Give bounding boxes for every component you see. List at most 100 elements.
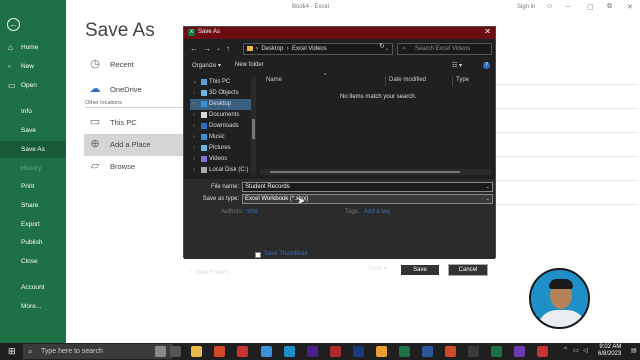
premiere-icon[interactable]	[307, 346, 318, 357]
column-type[interactable]: Type	[456, 77, 469, 83]
help-icon[interactable]: ?	[483, 62, 490, 69]
column-date-modified[interactable]: Date modified	[389, 77, 426, 83]
column-name[interactable]: Name	[266, 77, 282, 83]
search-icon: ⌕	[402, 45, 406, 52]
tray-chevron-icon[interactable]: ^	[564, 347, 567, 353]
app-icon-2[interactable]	[237, 346, 248, 357]
place-onedrive[interactable]: ☁ OneDrive	[84, 79, 184, 101]
app-icon-9[interactable]	[537, 346, 548, 357]
backstage-item-save[interactable]: Save	[0, 122, 66, 139]
tools-button[interactable]: Tools ▾	[368, 265, 387, 272]
hide-folders-button[interactable]: ⌃ Hide Folders	[189, 269, 230, 276]
up-icon[interactable]: ↑	[226, 44, 230, 53]
app-icon-6[interactable]	[468, 346, 479, 357]
restore-icon[interactable]: ⧉	[607, 3, 612, 11]
maximize-icon[interactable]: ▢	[587, 3, 594, 11]
save-type-select[interactable]: Excel Workbook (*.xlsx) ⌄	[242, 194, 493, 204]
address-dropdown-icon[interactable]: ⌄	[385, 44, 389, 54]
new-folder-button[interactable]: New folder	[235, 62, 264, 68]
organize-button[interactable]: Organize ▾	[192, 62, 221, 69]
scrollbar-thumb[interactable]	[270, 171, 460, 173]
breadcrumb-desktop[interactable]: Desktop	[261, 46, 283, 52]
app-icon-4[interactable]	[330, 346, 341, 357]
notifications-icon[interactable]: ▤	[631, 347, 637, 354]
place-browse[interactable]: ▱ Browse	[84, 156, 184, 178]
app-icon-5[interactable]	[376, 346, 387, 357]
nav-local-disk[interactable]: › Local Disk (C:)	[190, 165, 252, 175]
empty-message: No items match your search.	[340, 94, 417, 100]
forward-icon[interactable]: →	[203, 44, 211, 53]
backstage-item-publish[interactable]: Publish	[0, 234, 66, 251]
photoshop-icon[interactable]	[353, 346, 364, 357]
nav-pictures[interactable]: › Pictures	[190, 143, 252, 154]
backstage-item-new[interactable]: ▫ New	[0, 58, 66, 75]
dropdown-icon[interactable]: ⌄	[486, 183, 490, 191]
dropdown-icon[interactable]: ⌄	[486, 195, 490, 203]
recent-locations-icon[interactable]: ⌄	[216, 45, 221, 52]
smiley-icon[interactable]: ☺	[546, 3, 553, 10]
nav-downloads[interactable]: › Downloads	[190, 121, 252, 132]
nav-music[interactable]: › Music	[190, 132, 252, 143]
network-icon[interactable]: ▭	[573, 347, 579, 354]
place-add-a-place[interactable]: ⊕ Add a Place	[84, 134, 184, 156]
windows-start-icon[interactable]: ⊞	[8, 347, 17, 356]
nav-documents[interactable]: › Documents	[190, 110, 252, 121]
computer-icon: ▭	[89, 116, 101, 128]
word-icon[interactable]	[422, 346, 433, 357]
view-options-icon[interactable]: ☷ ▾	[452, 62, 462, 69]
nav-this-pc[interactable]: ⌄ This PC	[190, 77, 252, 88]
sign-in-link[interactable]: Sign in	[517, 4, 535, 10]
nav-3d-objects[interactable]: › 3D Objects	[190, 88, 252, 99]
navpane-scrollbar[interactable]	[251, 77, 256, 175]
cancel-button[interactable]: Cancel	[448, 264, 488, 276]
backstage-item-share[interactable]: Share	[0, 197, 66, 214]
filelist-h-scrollbar[interactable]	[260, 169, 492, 175]
authors-value[interactable]: rohit	[246, 209, 258, 215]
app-icon-8[interactable]	[514, 346, 525, 357]
place-this-pc[interactable]: ▭ This PC	[84, 112, 184, 134]
back-icon[interactable]: ←	[190, 44, 198, 53]
save-thumbnail-checkbox[interactable]	[255, 252, 261, 258]
chrome-icon[interactable]	[445, 346, 456, 357]
back-arrow-icon[interactable]: ←	[7, 18, 20, 31]
nav-videos[interactable]: › Videos	[190, 154, 252, 165]
scrollbar-thumb[interactable]	[252, 119, 255, 139]
app-icon-1[interactable]	[214, 346, 225, 357]
address-bar[interactable]: › Desktop › Excel Videos ⌄	[243, 43, 393, 55]
address-row: ← → ⌄ ↑ › Desktop › Excel Videos ⌄ ↻ ⌕ S…	[184, 41, 495, 57]
folder-icon	[247, 46, 253, 51]
nav-desktop[interactable]: › Desktop	[190, 99, 252, 110]
app-icon-3[interactable]	[261, 346, 272, 357]
close-window-icon[interactable]: ✕	[627, 3, 633, 11]
place-recent[interactable]: ◷ Recent	[84, 54, 184, 76]
file-explorer-icon[interactable]	[191, 346, 202, 357]
backstage-item-open[interactable]: ▭ Open	[0, 77, 66, 94]
task-view-icon[interactable]	[170, 346, 181, 357]
backstage-item-export[interactable]: Export	[0, 216, 66, 233]
file-name-input[interactable]: Student Records ⌄	[242, 182, 493, 192]
backstage-item-more[interactable]: More...	[0, 298, 66, 315]
search-input[interactable]: ⌕ Search Excel Videos	[397, 43, 492, 55]
cortana-icon[interactable]	[155, 346, 166, 357]
edge-icon[interactable]	[284, 346, 295, 357]
excel-taskbar-icon[interactable]	[399, 346, 410, 357]
app-icon-7[interactable]	[491, 346, 502, 357]
file-list[interactable]: Name ^ Date modified Type No items match…	[260, 73, 492, 173]
backstage-item-info[interactable]: Info	[0, 103, 66, 120]
taskbar-search[interactable]: ⌕ Type here to search	[23, 344, 173, 359]
taskbar-clock[interactable]: 9:02 AM 6/8/2023	[598, 344, 621, 358]
refresh-icon[interactable]: ↻	[379, 42, 385, 50]
backstage-item-print[interactable]: Print	[0, 178, 66, 195]
dialog-close-icon[interactable]: ✕	[484, 27, 491, 36]
dialog-titlebar[interactable]: X Save As ✕	[184, 27, 495, 39]
backstage-item-save-as[interactable]: Save As	[0, 141, 66, 158]
save-thumbnail-label: Save Thumbnail	[264, 251, 308, 257]
tags-value[interactable]: Add a tag	[364, 209, 390, 215]
breadcrumb-excel-videos[interactable]: Excel Videos	[292, 46, 327, 52]
backstage-item-close[interactable]: Close	[0, 253, 66, 270]
minimize-icon[interactable]: –	[566, 3, 570, 10]
save-button[interactable]: Save	[400, 264, 440, 276]
backstage-item-home[interactable]: ⌂ Home	[0, 39, 66, 56]
volume-icon[interactable]: ◁	[583, 347, 588, 354]
backstage-item-account[interactable]: Account	[0, 279, 66, 296]
